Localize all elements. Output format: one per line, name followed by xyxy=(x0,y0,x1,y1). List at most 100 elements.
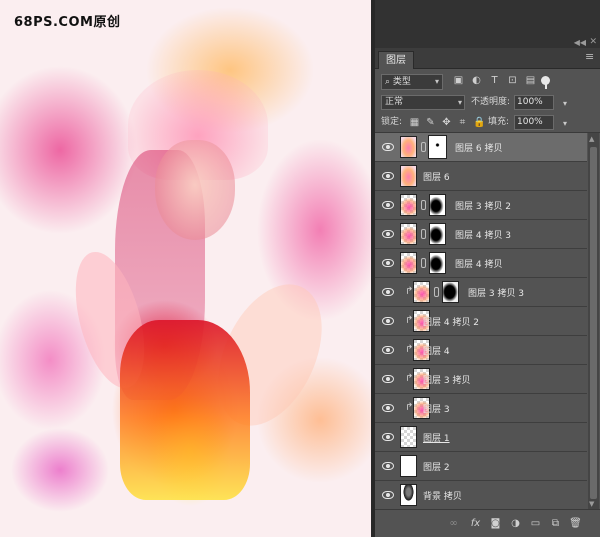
visibility-eye-icon[interactable] xyxy=(382,346,394,354)
add-mask-icon[interactable]: ◙ xyxy=(489,517,502,530)
scroll-up-icon[interactable]: ▲ xyxy=(589,135,594,143)
document-canvas[interactable]: 68PS.COM原创 xyxy=(0,0,371,537)
layer-name[interactable]: 背景 拷贝 xyxy=(423,489,462,502)
layer-name[interactable]: 图层 4 拷贝 xyxy=(455,257,502,270)
mask-link-icon[interactable] xyxy=(421,200,426,210)
blend-mode-select[interactable]: 正常 ▾ xyxy=(381,95,465,110)
panel-tab-bar: 图层 ≡ xyxy=(375,48,600,69)
visibility-eye-icon[interactable] xyxy=(382,201,394,209)
adjustment-layer-icon[interactable]: ◑ xyxy=(509,517,522,530)
layer-name[interactable]: 图层 3 拷贝 2 xyxy=(455,199,511,212)
tab-layers[interactable]: 图层 xyxy=(378,51,414,69)
layer-thumbnail[interactable] xyxy=(400,426,417,448)
blend-mode-value: 正常 xyxy=(385,97,404,107)
lock-artboard-icon[interactable]: ⌗ xyxy=(457,117,468,128)
layer-row[interactable]: 图层 1 xyxy=(375,423,587,452)
layer-thumbnail[interactable] xyxy=(400,194,417,216)
visibility-eye-icon[interactable] xyxy=(382,462,394,470)
search-icon: ⌕ xyxy=(385,77,391,87)
layer-name[interactable]: 图层 1 xyxy=(423,431,450,444)
blend-row: 正常 ▾ 不透明度: 100% ▾ xyxy=(375,93,600,112)
opacity-field[interactable]: 100% ▾ xyxy=(514,95,567,110)
mask-link-icon[interactable] xyxy=(421,142,426,152)
layer-row[interactable]: 图层 3 拷贝 2 xyxy=(375,191,587,220)
layer-row[interactable]: 图层 4 拷贝 3 xyxy=(375,220,587,249)
layer-thumbnail[interactable] xyxy=(400,136,417,158)
panel-dock-header: ◀◀ ✕ xyxy=(375,0,600,48)
delete-layer-icon[interactable]: 🗑 xyxy=(569,517,582,530)
smart-object-filter-icon[interactable]: ▤ xyxy=(525,75,536,86)
layer-name[interactable]: 图层 6 拷贝 xyxy=(455,141,502,154)
chevron-down-icon[interactable]: ▾ xyxy=(563,117,567,130)
layer-name[interactable]: 图层 3 拷贝 xyxy=(423,373,470,386)
lock-all-icon[interactable]: 🔒 xyxy=(473,117,485,128)
visibility-eye-icon[interactable] xyxy=(382,230,394,238)
lock-image-pixels-icon[interactable]: ✎ xyxy=(425,117,436,128)
panel-menu-icon[interactable]: ≡ xyxy=(585,51,597,63)
lock-position-icon[interactable]: ✥ xyxy=(441,117,452,128)
layer-row[interactable]: ↱ 图层 4 拷贝 2 xyxy=(375,307,587,336)
mask-link-icon[interactable] xyxy=(434,287,439,297)
lock-transparent-pixels-icon[interactable]: ▦ xyxy=(409,117,420,128)
layer-row[interactable]: 背景 拷贝 xyxy=(375,481,587,509)
layer-row[interactable]: ↱ 图层 3 拷贝 xyxy=(375,365,587,394)
filter-kind-select[interactable]: ⌕ 类型 ▾ xyxy=(381,74,443,90)
shape-filter-icon[interactable]: ⊡ xyxy=(507,75,518,86)
layer-name[interactable]: 图层 3 xyxy=(423,402,450,415)
layer-thumbnail[interactable] xyxy=(400,223,417,245)
visibility-eye-icon[interactable] xyxy=(382,491,394,499)
layer-thumbnail[interactable] xyxy=(400,165,417,187)
visibility-eye-icon[interactable] xyxy=(382,317,394,325)
visibility-eye-icon[interactable] xyxy=(382,172,394,180)
type-filter-icon[interactable]: T xyxy=(489,75,500,86)
collapse-panels-icon[interactable]: ◀◀ xyxy=(574,38,586,47)
chevron-down-icon[interactable]: ▾ xyxy=(563,97,567,110)
layers-scrollbar-thumb[interactable] xyxy=(590,147,597,499)
visibility-eye-icon[interactable] xyxy=(382,375,394,383)
close-panel-icon[interactable]: ✕ xyxy=(589,37,597,47)
layers-bottom-toolbar: ∞ fx ◙ ◑ ▭ ⧉ 🗑 xyxy=(375,509,600,537)
lock-label: 锁定: xyxy=(381,117,403,127)
layer-mask-thumbnail[interactable] xyxy=(429,194,446,216)
layers-panel: ◀◀ ✕ 图层 ≡ ⌕ 类型 ▾ ▣ ◐ T ⊡ ▤ 正常 ▾ 不透明度: 10… xyxy=(375,0,600,537)
layer-thumbnail[interactable] xyxy=(400,484,417,506)
layer-name[interactable]: 图层 6 xyxy=(423,170,450,183)
layer-name[interactable]: 图层 3 拷贝 3 xyxy=(468,286,524,299)
layer-name[interactable]: 图层 4 拷贝 3 xyxy=(455,228,511,241)
layer-mask-thumbnail[interactable] xyxy=(429,223,446,245)
visibility-eye-icon[interactable] xyxy=(382,143,394,151)
layer-row[interactable]: ↱ 图层 3 拷贝 3 xyxy=(375,278,587,307)
layer-thumbnail[interactable] xyxy=(400,252,417,274)
layer-row[interactable]: ↱ 图层 4 xyxy=(375,336,587,365)
fill-field[interactable]: 100% ▾ xyxy=(514,115,567,130)
layer-row[interactable]: 图层 2 xyxy=(375,452,587,481)
mask-link-icon[interactable] xyxy=(421,229,426,239)
fx-icon[interactable]: fx xyxy=(469,517,482,530)
layer-mask-thumbnail[interactable] xyxy=(429,252,446,274)
fill-value: 100% xyxy=(517,117,543,127)
visibility-eye-icon[interactable] xyxy=(382,433,394,441)
layer-row[interactable]: 图层 4 拷贝 xyxy=(375,249,587,278)
opacity-label: 不透明度: xyxy=(471,97,511,107)
layer-mask-thumbnail[interactable] xyxy=(428,135,447,159)
visibility-eye-icon[interactable] xyxy=(382,259,394,267)
layer-name[interactable]: 图层 4 xyxy=(423,344,450,357)
layer-thumbnail[interactable] xyxy=(400,455,417,477)
layer-filter-row: ⌕ 类型 ▾ ▣ ◐ T ⊡ ▤ xyxy=(375,69,600,93)
layer-name[interactable]: 图层 2 xyxy=(423,460,450,473)
visibility-eye-icon[interactable] xyxy=(382,288,394,296)
new-layer-icon[interactable]: ⧉ xyxy=(549,517,562,530)
mask-link-icon[interactable] xyxy=(421,258,426,268)
layer-row[interactable]: 图层 6 xyxy=(375,162,587,191)
visibility-eye-icon[interactable] xyxy=(382,404,394,412)
layer-name[interactable]: 图层 4 拷贝 2 xyxy=(423,315,479,328)
adjustment-filter-icon[interactable]: ◐ xyxy=(471,75,482,86)
layer-thumbnail[interactable] xyxy=(413,281,430,303)
layer-mask-thumbnail[interactable] xyxy=(442,281,459,303)
new-group-icon[interactable]: ▭ xyxy=(529,517,542,530)
pixel-filter-icon[interactable]: ▣ xyxy=(453,75,464,86)
link-layers-icon[interactable]: ∞ xyxy=(447,517,460,530)
layer-row[interactable]: 图层 6 拷贝 xyxy=(375,133,587,162)
scroll-down-icon[interactable]: ▼ xyxy=(589,500,594,508)
layer-row[interactable]: ↱ 图层 3 xyxy=(375,394,587,423)
